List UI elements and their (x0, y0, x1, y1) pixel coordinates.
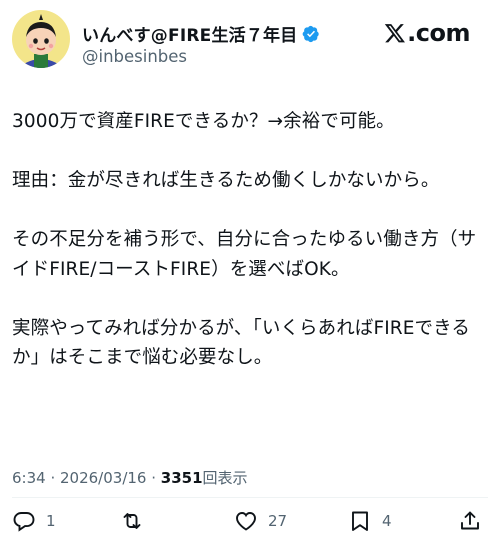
views-count[interactable]: 3351 (161, 469, 203, 487)
views-label[interactable]: 回表示 (203, 469, 248, 487)
post-time[interactable]: 6:34 (12, 469, 46, 487)
author-name-row[interactable]: いんべす@FIRE生活７年目 (82, 21, 320, 46)
reply-button[interactable]: 1 (12, 505, 56, 537)
post-paragraph: 理由：金が尽きれば生きるため働くしかないから。 (12, 170, 440, 191)
share-icon (461, 511, 479, 530)
author-handle[interactable]: @inbesinbes (82, 47, 187, 66)
post-text: 3000万で資産FIREできるか？→余裕で可能。 理由：金が尽きれば生きるため働… (12, 107, 490, 402)
divider (12, 497, 488, 498)
heart-icon (236, 512, 256, 531)
post-paragraph: その不足分を補う形で、自分に合ったゆるい働き方（サイドFIRE/コーストFIRE… (12, 229, 477, 280)
post-header: いんべす@FIRE生活７年目 @inbesinbes .com (0, 0, 500, 80)
post-meta: 6:34 · 2026/03/16 · 3351回表示 (12, 467, 248, 488)
meta-separator: · (45, 469, 60, 487)
post-paragraph: 実際やってみれば分かるが、「いくらあればFIREできるか」はそこまで悩む必要なし… (12, 317, 470, 369)
post-paragraph: 3000万で資産FIREできるか？→余裕で可能。 (12, 111, 395, 132)
meta-separator: · (146, 469, 161, 487)
author-display-name[interactable]: いんべす@FIRE生活７年目 (82, 21, 297, 46)
reply-icon (13, 512, 35, 532)
like-count: 27 (268, 512, 288, 530)
retweet-button[interactable] (120, 505, 154, 537)
x-logo-icon (384, 24, 406, 43)
action-bar: 1 27 4 (0, 505, 500, 541)
bookmark-button[interactable]: 4 (348, 505, 392, 537)
cartoon-avatar-icon (12, 10, 70, 68)
bookmark-icon (352, 511, 368, 531)
like-button[interactable]: 27 (234, 505, 287, 537)
verified-badge-icon (303, 25, 320, 42)
x-com-logo: .com (384, 19, 470, 47)
share-button[interactable] (458, 505, 482, 537)
retweet-icon (123, 513, 141, 529)
post-date[interactable]: 2026/03/16 (60, 469, 146, 487)
bookmark-count: 4 (382, 512, 392, 530)
avatar[interactable] (12, 10, 70, 68)
reply-count: 1 (46, 512, 56, 530)
logo-domain-text: .com (407, 19, 470, 47)
